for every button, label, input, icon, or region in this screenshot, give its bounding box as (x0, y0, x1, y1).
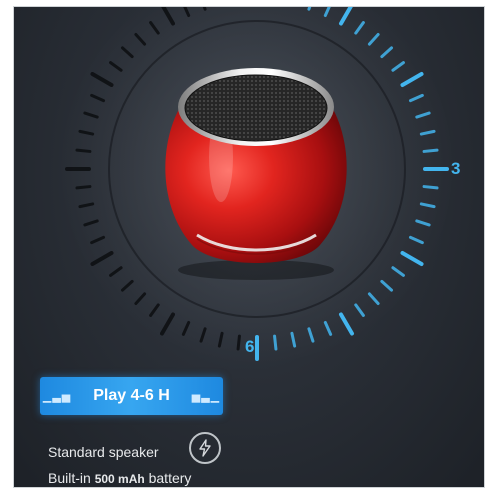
spec-standard-speaker: Standard speaker (48, 444, 159, 460)
dial-tick (422, 185, 439, 190)
signal-bars-icon: ▅▃▁ (191, 390, 221, 403)
product-image-frame: 3 6 ▁▃▅ Play 4-6 H ▅▃▁ Standard speaker … (13, 6, 485, 488)
dial-label-6: 6 (245, 337, 255, 356)
dial-tick (273, 334, 278, 351)
dial-tick (75, 148, 92, 153)
dial-tick (422, 148, 439, 153)
play-time-label: Play 4-6 H (93, 387, 170, 404)
dial-tick (236, 334, 241, 351)
play-time-badge: ▁▃▅ Play 4-6 H ▅▃▁ (40, 377, 223, 415)
dial-tick (75, 185, 92, 190)
product-illustration (57, 7, 457, 367)
signal-bars-icon: ▁▃▅ (42, 390, 72, 403)
speaker-grille (178, 68, 334, 146)
dial-label-3: 3 (451, 159, 461, 178)
spec-battery: Built-in 500 mAh battery (48, 470, 192, 486)
lightning-bolt-icon (189, 432, 221, 464)
